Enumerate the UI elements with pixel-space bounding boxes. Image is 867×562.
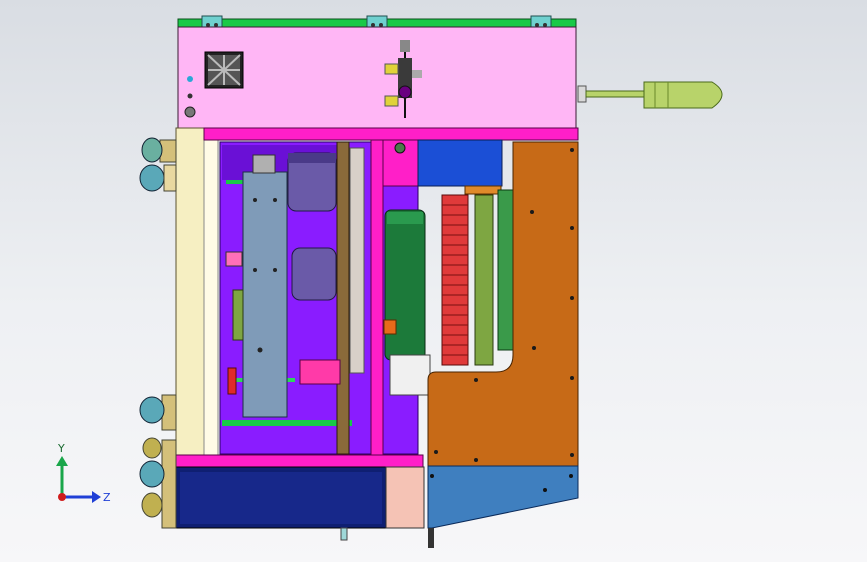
red-lever (227, 367, 237, 395)
frame-bottom-bar (175, 454, 424, 468)
round-knob (184, 106, 196, 118)
gray-blue-mechanism (242, 154, 288, 418)
y-axis-label: Y (57, 442, 65, 455)
caster-wheel-bottom (139, 437, 177, 529)
coordinate-triad: Y Z (56, 442, 111, 504)
small-screw (187, 93, 193, 99)
green-rail-right (497, 189, 515, 351)
indicator-lamp (187, 76, 193, 82)
small-pink-block (225, 251, 243, 267)
caster-wheel-top (139, 137, 177, 192)
dark-cylinder-lower (291, 247, 337, 301)
blue-block (417, 139, 503, 187)
triad-origin (58, 493, 66, 501)
green-rod-lower (222, 420, 352, 426)
olive-bar (474, 194, 494, 366)
pink-linkage (299, 359, 341, 385)
peach-corner-panel (385, 466, 425, 529)
bottom-stub (340, 527, 348, 541)
dark-cylinder-upper (287, 152, 337, 212)
orange-tab (464, 185, 502, 195)
orange-bracket (383, 319, 397, 335)
vent-grille (204, 51, 244, 89)
olive-block (232, 289, 244, 341)
red-gear-rack (441, 194, 469, 366)
cad-model-drawing: Y Z (56, 15, 723, 548)
green-cylinder (384, 209, 426, 361)
frame-top-bar (203, 127, 579, 141)
y-axis-arrow (56, 456, 68, 466)
cad-viewport[interactable]: Y Z (0, 0, 867, 562)
z-axis-arrow (92, 491, 101, 503)
brown-post-left (336, 141, 350, 455)
steel-blue-base (427, 465, 579, 529)
cap-bolt (394, 142, 406, 154)
white-bracket (389, 354, 431, 396)
inner-cream-strip (203, 139, 219, 456)
light-column (349, 147, 365, 374)
magenta-post (370, 139, 384, 456)
navy-box-inner (180, 472, 382, 524)
cream-side-panel (175, 127, 205, 464)
z-axis-label: Z (103, 491, 111, 504)
handle-lever (577, 81, 723, 109)
base-foot (428, 528, 434, 548)
caster-wheel-lower (139, 394, 177, 431)
